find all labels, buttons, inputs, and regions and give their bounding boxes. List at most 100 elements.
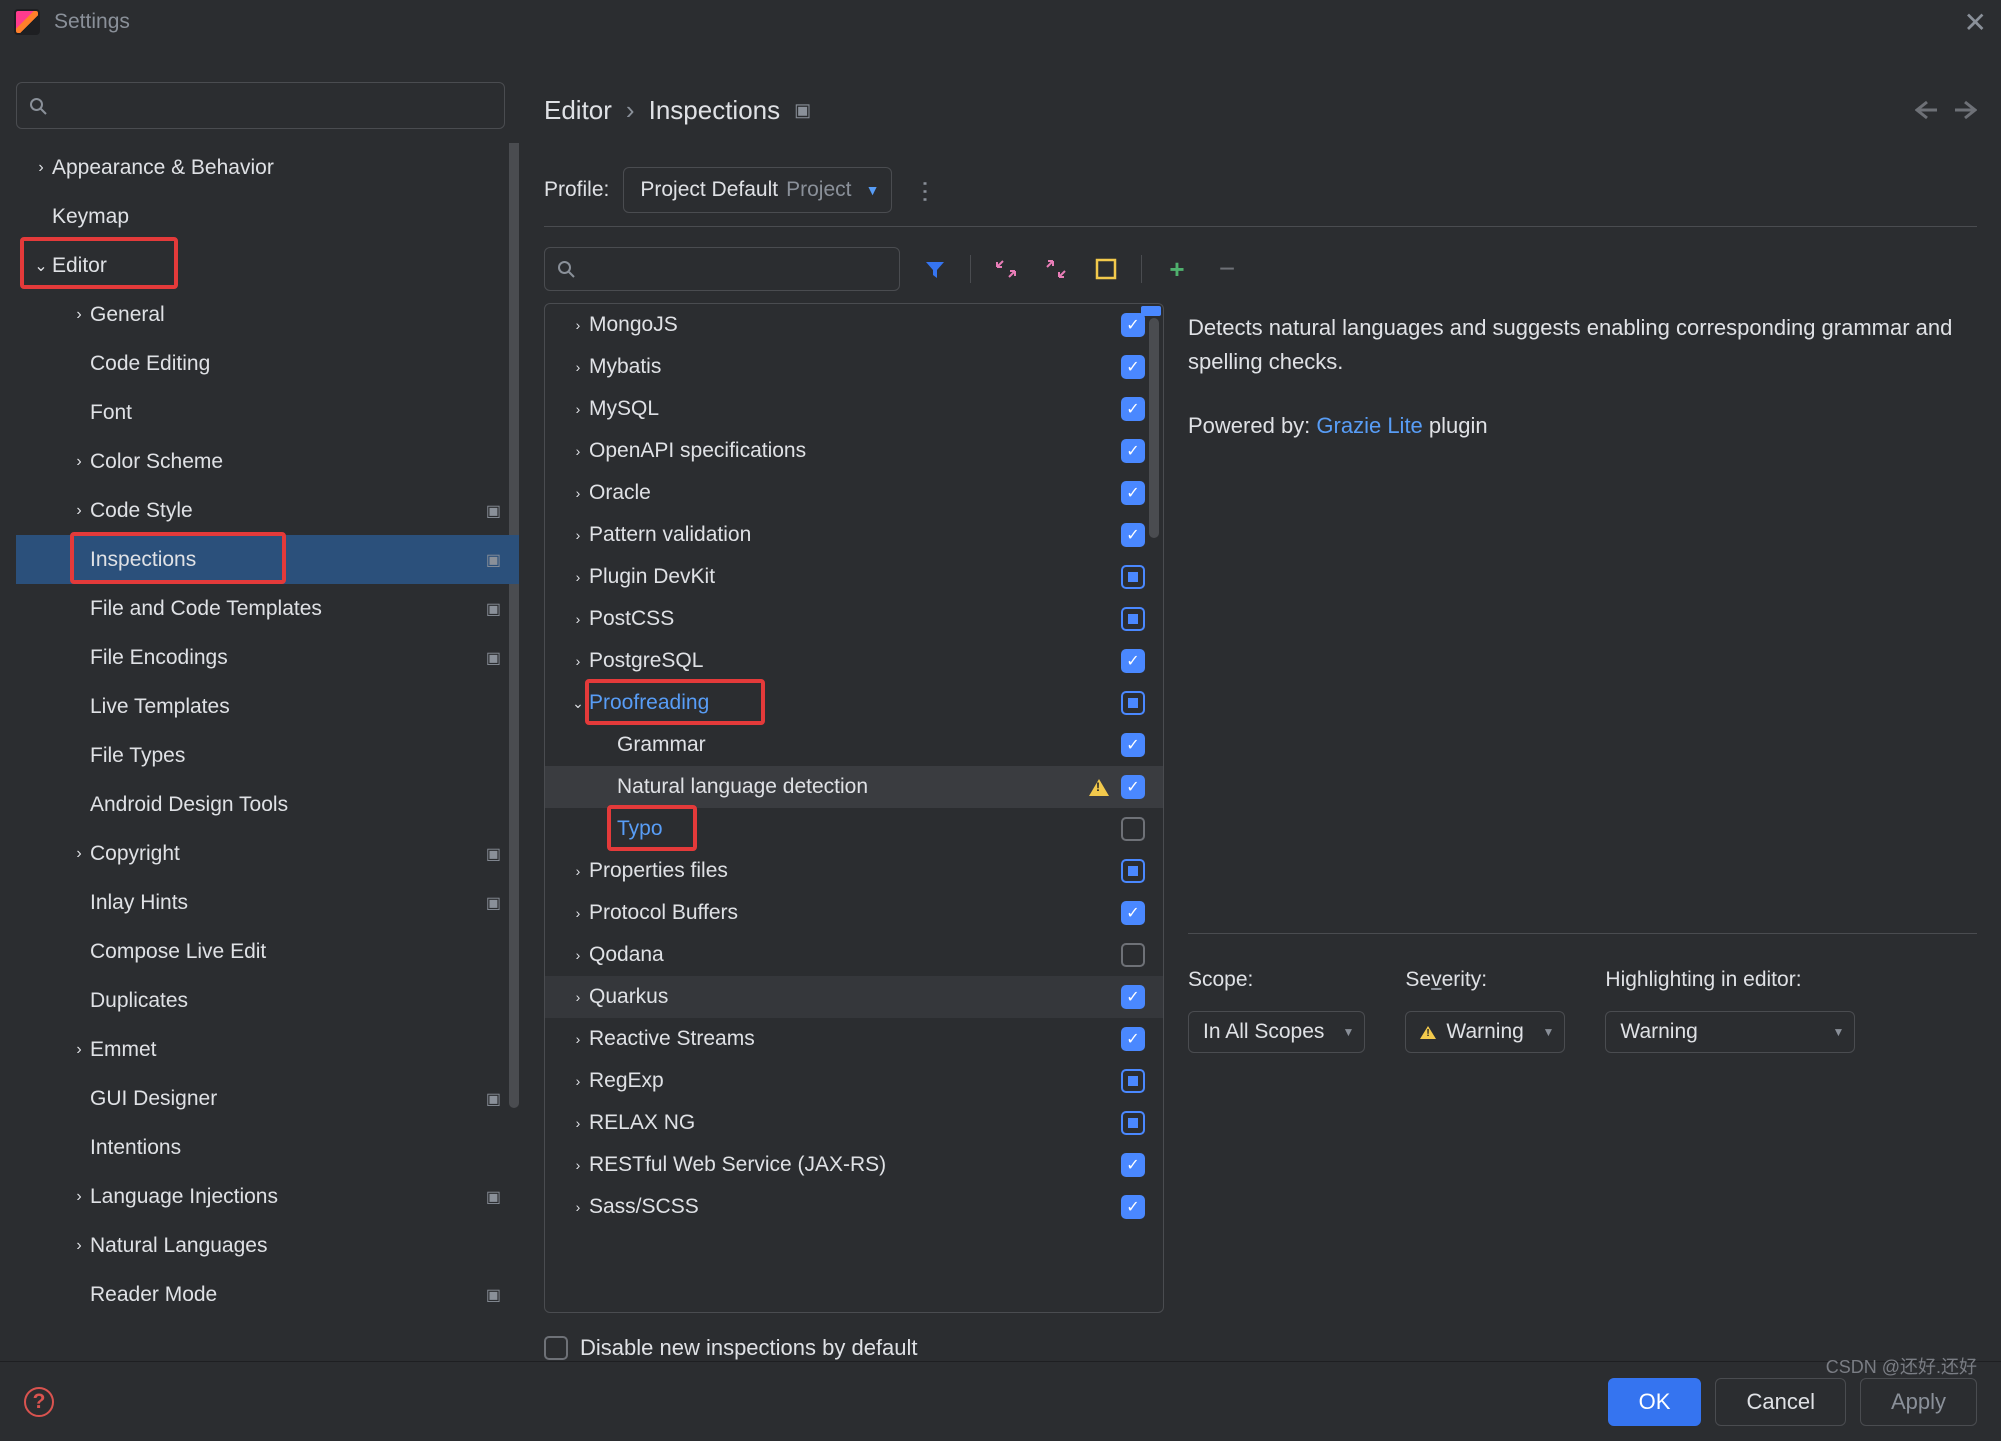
inspection-checkbox[interactable]: ✓ [1121, 313, 1145, 337]
profile-dropdown[interactable]: Project Default Project ▼ [623, 167, 892, 213]
inspection-row-typo[interactable]: Typo [545, 808, 1163, 850]
sidebar-item-code-style[interactable]: ›Code Style▣ [16, 486, 519, 535]
sidebar-item-live-templates[interactable]: Live Templates [16, 682, 519, 731]
forward-icon[interactable] [1955, 100, 1977, 120]
back-icon[interactable] [1915, 100, 1937, 120]
inspection-row-postgresql[interactable]: ›PostgreSQL✓ [545, 640, 1163, 682]
inspection-checkbox[interactable]: ✓ [1121, 481, 1145, 505]
help-icon[interactable]: ? [24, 1387, 54, 1417]
reset-icon[interactable]: ▣ [794, 100, 811, 121]
severity-select[interactable]: Warning ▼ [1405, 1011, 1565, 1053]
inspection-row-pattern-validation[interactable]: ›Pattern validation✓ [545, 514, 1163, 556]
inspection-checkbox[interactable]: ✓ [1121, 985, 1145, 1009]
sidebar-item-inspections[interactable]: Inspections▣ [16, 535, 519, 584]
disable-new-label[interactable]: Disable new inspections by default [580, 1335, 918, 1361]
sidebar-item-editor[interactable]: ⌄Editor [16, 241, 519, 290]
inspection-checkbox[interactable] [1121, 691, 1145, 715]
inspection-checkbox[interactable]: ✓ [1121, 733, 1145, 757]
inspection-row-postcss[interactable]: ›PostCSS [545, 598, 1163, 640]
chevron-right-icon: › [626, 95, 635, 126]
filter-icon[interactable] [920, 254, 950, 284]
sidebar-item-language-injections[interactable]: ›Language Injections▣ [16, 1172, 519, 1221]
sidebar-item-file-encodings[interactable]: File Encodings▣ [16, 633, 519, 682]
inspection-checkbox[interactable]: ✓ [1121, 1153, 1145, 1177]
inspection-checkbox[interactable]: ✓ [1121, 1027, 1145, 1051]
apply-button[interactable]: Apply [1860, 1378, 1977, 1426]
inspection-row-protocol-buffers[interactable]: ›Protocol Buffers✓ [545, 892, 1163, 934]
expand-all-icon[interactable] [991, 254, 1021, 284]
search-icon [29, 97, 47, 115]
sidebar-item-intentions[interactable]: Intentions [16, 1123, 519, 1172]
sidebar-item-android-design-tools[interactable]: Android Design Tools [16, 780, 519, 829]
powered-by-link[interactable]: Grazie Lite [1316, 413, 1422, 438]
sidebar-item-color-scheme[interactable]: ›Color Scheme [16, 437, 519, 486]
inspection-row-grammar[interactable]: Grammar✓ [545, 724, 1163, 766]
inspection-checkbox[interactable] [1121, 1069, 1145, 1093]
inspection-row-properties-files[interactable]: ›Properties files [545, 850, 1163, 892]
inspection-checkbox[interactable] [1121, 565, 1145, 589]
sidebar-item-file-and-code-templates[interactable]: File and Code Templates▣ [16, 584, 519, 633]
disable-new-checkbox[interactable] [544, 1336, 568, 1360]
sidebar-item-appearance-behavior[interactable]: ›Appearance & Behavior [16, 143, 519, 192]
sidebar-item-copyright[interactable]: ›Copyright▣ [16, 829, 519, 878]
sidebar-item-general[interactable]: ›General [16, 290, 519, 339]
cancel-button[interactable]: Cancel [1715, 1378, 1845, 1426]
inspection-row-openapi-specifications[interactable]: ›OpenAPI specifications✓ [545, 430, 1163, 472]
close-icon[interactable]: ✕ [1964, 6, 1987, 39]
inspection-row-reactive-streams[interactable]: ›Reactive Streams✓ [545, 1018, 1163, 1060]
highlighting-select[interactable]: Warning ▼ [1605, 1011, 1855, 1053]
inspection-checkbox[interactable]: ✓ [1121, 649, 1145, 673]
inspection-row-plugin-devkit[interactable]: ›Plugin DevKit [545, 556, 1163, 598]
inspection-checkbox[interactable]: ✓ [1121, 1195, 1145, 1219]
remove-icon[interactable]: − [1212, 254, 1242, 284]
inspection-row-qodana[interactable]: ›Qodana [545, 934, 1163, 976]
sidebar-item-duplicates[interactable]: Duplicates [16, 976, 519, 1025]
sidebar-item-reader-mode[interactable]: Reader Mode▣ [16, 1270, 519, 1319]
sidebar-item-gui-designer[interactable]: GUI Designer▣ [16, 1074, 519, 1123]
profile-actions-icon[interactable]: ⋯ [911, 179, 940, 201]
inspection-checkbox[interactable]: ✓ [1121, 439, 1145, 463]
ok-button[interactable]: OK [1608, 1378, 1702, 1426]
project-scope-icon: ▣ [486, 648, 501, 668]
inspection-checkbox[interactable]: ✓ [1121, 397, 1145, 421]
inspection-checkbox[interactable] [1121, 1111, 1145, 1135]
inspection-checkbox[interactable]: ✓ [1121, 901, 1145, 925]
inspection-row-quarkus[interactable]: ›Quarkus✓ [545, 976, 1163, 1018]
chevron-right-icon: › [567, 989, 589, 1005]
sidebar-item-emmet[interactable]: ›Emmet [16, 1025, 519, 1074]
sidebar-item-keymap[interactable]: Keymap [16, 192, 519, 241]
inspection-checkbox[interactable]: ✓ [1121, 523, 1145, 547]
settings-tree[interactable]: ›Appearance & BehaviorKeymap⌄Editor›Gene… [16, 143, 519, 1361]
reset-icon[interactable] [1091, 254, 1121, 284]
inspection-row-mongojs[interactable]: ›MongoJS✓ [545, 304, 1163, 346]
inspection-row-relax-ng[interactable]: ›RELAX NG [545, 1102, 1163, 1144]
inspection-row-oracle[interactable]: ›Oracle✓ [545, 472, 1163, 514]
inspection-row-proofreading[interactable]: ⌄Proofreading [545, 682, 1163, 724]
scope-select[interactable]: In All Scopes ▼ [1188, 1011, 1365, 1053]
add-icon[interactable]: + [1162, 254, 1192, 284]
breadcrumb-parent[interactable]: Editor [544, 95, 612, 126]
sidebar-item-file-types[interactable]: File Types [16, 731, 519, 780]
inspection-search-input[interactable] [544, 247, 900, 291]
collapse-all-icon[interactable] [1041, 254, 1071, 284]
inspection-checkbox[interactable] [1121, 943, 1145, 967]
settings-search-input[interactable] [16, 82, 505, 129]
inspection-checkbox[interactable] [1121, 607, 1145, 631]
sidebar-item-natural-languages[interactable]: ›Natural Languages [16, 1221, 519, 1270]
inspection-row-mybatis[interactable]: ›Mybatis✓ [545, 346, 1163, 388]
inspection-row-regexp[interactable]: ›RegExp [545, 1060, 1163, 1102]
sidebar-item-inlay-hints[interactable]: Inlay Hints▣ [16, 878, 519, 927]
inspection-label: MongoJS [589, 313, 1121, 337]
inspection-checkbox[interactable] [1121, 859, 1145, 883]
sidebar-item-compose-live-edit[interactable]: Compose Live Edit [16, 927, 519, 976]
inspection-checkbox[interactable]: ✓ [1121, 775, 1145, 799]
sidebar-item-font[interactable]: Font [16, 388, 519, 437]
inspections-tree[interactable]: ›MongoJS✓›Mybatis✓›MySQL✓›OpenAPI specif… [544, 303, 1164, 1313]
inspection-row-natural-language-detection[interactable]: Natural language detection✓ [545, 766, 1163, 808]
inspection-row-restful-web-service-jax-rs-[interactable]: ›RESTful Web Service (JAX-RS)✓ [545, 1144, 1163, 1186]
inspection-row-sass-scss[interactable]: ›Sass/SCSS✓ [545, 1186, 1163, 1228]
inspection-checkbox[interactable]: ✓ [1121, 355, 1145, 379]
inspection-checkbox[interactable] [1121, 817, 1145, 841]
inspection-row-mysql[interactable]: ›MySQL✓ [545, 388, 1163, 430]
sidebar-item-code-editing[interactable]: Code Editing [16, 339, 519, 388]
